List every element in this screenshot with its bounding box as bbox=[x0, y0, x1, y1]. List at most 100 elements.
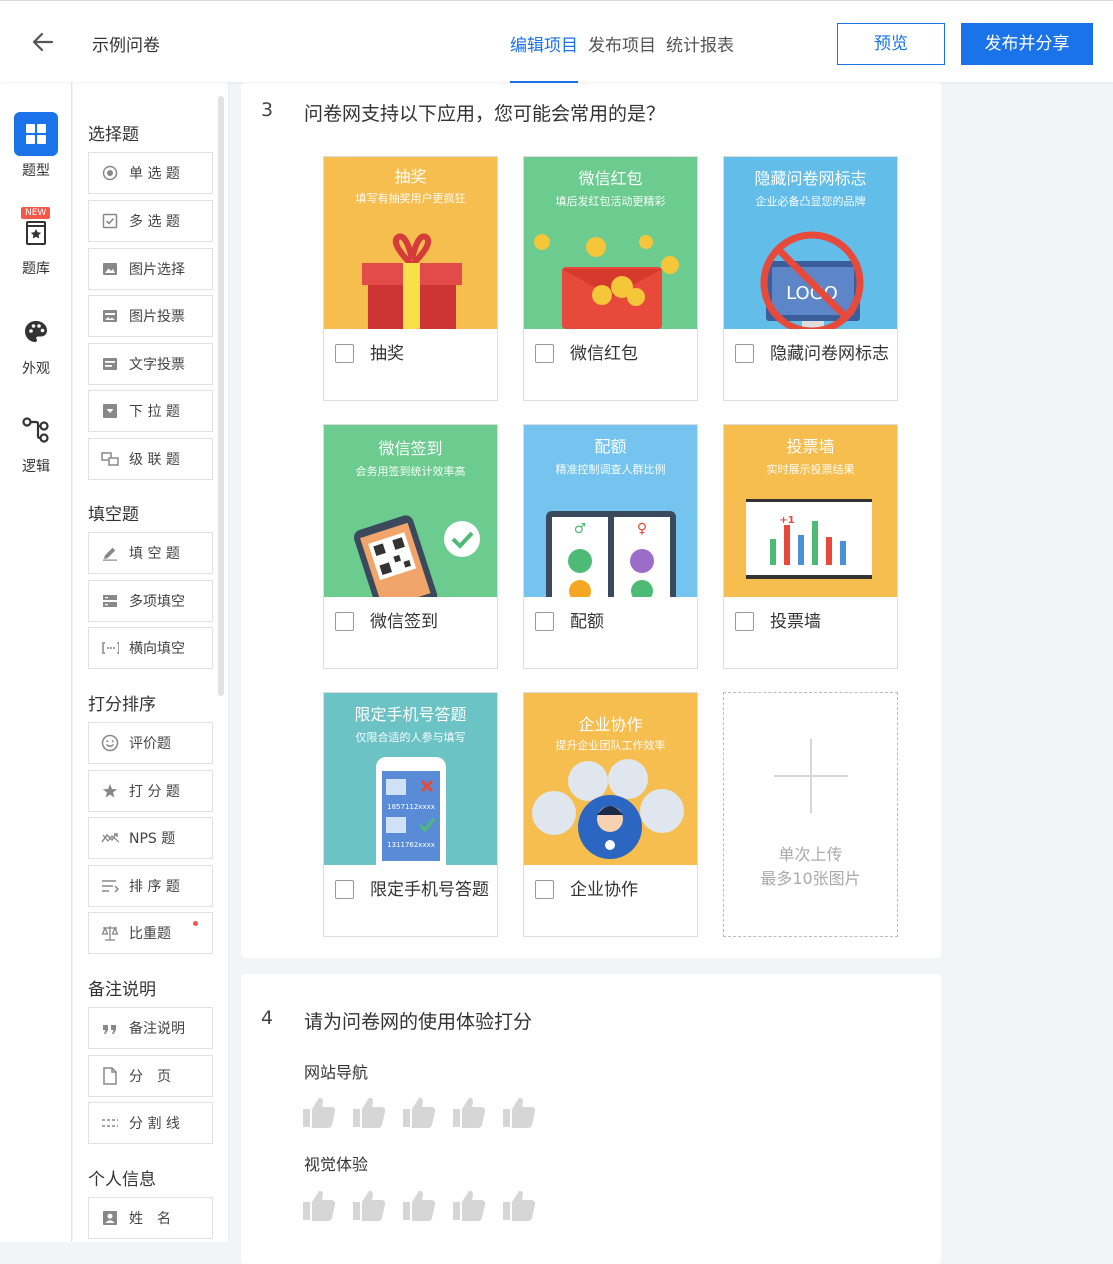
thumb-up-icon[interactable] bbox=[301, 1187, 337, 1223]
option-checkbox[interactable] bbox=[335, 880, 354, 899]
svg-text:1311762xxxx: 1311762xxxx bbox=[387, 841, 435, 849]
multi-fill-blank-button[interactable]: 多项填空 bbox=[88, 580, 213, 622]
thumb-up-icon[interactable] bbox=[451, 1187, 487, 1223]
weight-question-button[interactable]: 比重题 bbox=[88, 912, 213, 954]
back-arrow-icon[interactable] bbox=[30, 29, 56, 55]
group-title-notes: 备注说明 bbox=[88, 980, 156, 1000]
cascade-icon bbox=[101, 450, 119, 468]
question-text[interactable]: 问卷网支持以下应用，您可能会常用的是？ bbox=[304, 99, 665, 126]
rail-item-logic[interactable]: 逻辑 bbox=[0, 408, 72, 476]
option-lottery[interactable]: 抽奖 填写有抽奖用户更疯狂 抽奖 bbox=[323, 156, 498, 401]
gift-box-icon bbox=[362, 233, 462, 329]
option-checkbox[interactable] bbox=[335, 344, 354, 363]
option-checkbox[interactable] bbox=[535, 344, 554, 363]
multiple-choice-button[interactable]: 多 选 题 bbox=[88, 200, 213, 242]
red-packet-image: 微信红包 填后发红包活动更精彩 bbox=[524, 157, 697, 329]
option-label: 配额 bbox=[570, 612, 604, 632]
image-vote-icon bbox=[101, 307, 119, 325]
dropdown-icon bbox=[101, 402, 119, 420]
fill-blank-button[interactable]: 填 空 题 bbox=[88, 532, 213, 574]
question-type-panel: 选择题 单 选 题 多 选 题 图片选择 图片投票 文字投票 下 拉 题 级 联… bbox=[73, 82, 229, 1242]
option-checkbox[interactable] bbox=[735, 344, 754, 363]
rail-item-question-bank[interactable]: NEW 题库 bbox=[0, 207, 72, 278]
bracket-ellipsis-icon bbox=[101, 639, 119, 657]
thumb-up-icon[interactable] bbox=[501, 1094, 537, 1130]
star-icon bbox=[101, 782, 119, 800]
sort-question-button[interactable]: 排 序 题 bbox=[88, 865, 213, 907]
thumb-up-icon[interactable] bbox=[401, 1094, 437, 1130]
option-enterprise-collaboration[interactable]: 企业协作 提升企业团队工作效率 企业协作 bbox=[523, 692, 698, 937]
evaluation-button[interactable]: 评价题 bbox=[88, 722, 213, 764]
svg-text:1857112xxxx: 1857112xxxx bbox=[387, 803, 435, 811]
sort-icon bbox=[101, 877, 119, 895]
image-upload-area[interactable]: 单次上传 最多10张图片 bbox=[723, 692, 898, 937]
image-vote-button[interactable]: 图片投票 bbox=[88, 295, 213, 337]
option-checkbox[interactable] bbox=[335, 612, 354, 631]
nps-question-button[interactable]: NPS 题 bbox=[88, 817, 213, 859]
text-vote-icon bbox=[101, 355, 119, 373]
tab-edit-project[interactable]: 编辑项目 bbox=[510, 31, 578, 83]
cascade-question-button[interactable]: 级 联 题 bbox=[88, 438, 213, 480]
page-break-button[interactable]: 分 页 bbox=[88, 1055, 213, 1097]
svg-text:♂: ♂ bbox=[574, 521, 587, 537]
option-wechat-checkin[interactable]: 微信签到 会务用签到统计效率高 微信签到 bbox=[323, 424, 498, 669]
palette-icon bbox=[14, 310, 58, 354]
quote-icon bbox=[101, 1019, 119, 1037]
option-quota[interactable]: 配额 精准控制调查人群比例 ♂ ♀ 配额 bbox=[523, 424, 698, 669]
question-card-3[interactable]: 3 问卷网支持以下应用，您可能会常用的是？ 抽奖 填写有抽奖用户更疯狂 抽奖 微… bbox=[241, 82, 941, 958]
multi-field-icon bbox=[101, 592, 119, 610]
rail-item-question-types[interactable]: 题型 bbox=[0, 112, 72, 180]
question-card-4[interactable]: 4 请为问卷网的使用体验打分 网站导航 视觉体验 bbox=[241, 974, 941, 1264]
option-vote-wall[interactable]: 投票墙 实时展示投票结果 +1 投票墙 bbox=[723, 424, 898, 669]
option-label: 隐藏问卷网标志 bbox=[770, 344, 889, 364]
quota-image: 配额 精准控制调查人群比例 ♂ ♀ bbox=[524, 425, 697, 597]
preview-button[interactable]: 预览 bbox=[837, 23, 945, 65]
rating-item-title: 视觉体验 bbox=[304, 1155, 369, 1174]
option-checkbox[interactable] bbox=[535, 612, 554, 631]
horizontal-fill-blank-button[interactable]: 横向填空 bbox=[88, 627, 213, 669]
thumb-up-icon[interactable] bbox=[301, 1094, 337, 1130]
vote-bars-icon: +1 bbox=[746, 499, 872, 579]
thumb-rating-row bbox=[301, 1094, 537, 1130]
note-description-button[interactable]: 备注说明 bbox=[88, 1007, 213, 1049]
option-hide-logo[interactable]: 隐藏问卷网标志 企业必备凸显您的品牌 LOGO 隐藏问卷网标志 bbox=[723, 156, 898, 401]
text-vote-button[interactable]: 文字投票 bbox=[88, 343, 213, 385]
single-choice-button[interactable]: 单 选 题 bbox=[88, 152, 213, 194]
publish-share-button[interactable]: 发布并分享 bbox=[961, 23, 1093, 65]
red-envelope-icon bbox=[534, 234, 679, 329]
phone-restricted-image: 限定手机号答题 仅限合适的人参与填写 1857112xxxx 1311762xx… bbox=[324, 693, 497, 865]
thumb-up-icon[interactable] bbox=[401, 1187, 437, 1223]
new-badge: NEW bbox=[21, 207, 51, 219]
quota-board-icon: ♂ ♀ bbox=[546, 511, 676, 597]
radio-icon bbox=[101, 164, 119, 182]
rail-label: 外观 bbox=[22, 361, 50, 377]
name-field-button[interactable]: 姓 名 bbox=[88, 1197, 213, 1239]
rail-label: 逻辑 bbox=[22, 459, 50, 475]
question-text[interactable]: 请为问卷网的使用体验打分 bbox=[304, 1007, 532, 1034]
svg-text:♀: ♀ bbox=[637, 521, 647, 537]
image-choice-button[interactable]: 图片选择 bbox=[88, 248, 213, 290]
score-question-button[interactable]: 打 分 题 bbox=[88, 770, 213, 812]
panel-scrollbar[interactable] bbox=[218, 96, 224, 696]
rail-item-appearance[interactable]: 外观 bbox=[0, 310, 72, 378]
qr-phone-icon bbox=[353, 515, 480, 597]
plus-icon bbox=[774, 775, 848, 777]
thumb-up-icon[interactable] bbox=[451, 1094, 487, 1130]
thumb-up-icon[interactable] bbox=[351, 1094, 387, 1130]
image-icon bbox=[101, 260, 119, 278]
option-label: 企业协作 bbox=[570, 880, 638, 900]
option-phone-restricted[interactable]: 限定手机号答题 仅限合适的人参与填写 1857112xxxx 1311762xx… bbox=[323, 692, 498, 937]
survey-title[interactable]: 示例问卷 bbox=[92, 31, 160, 56]
option-checkbox[interactable] bbox=[735, 612, 754, 631]
new-dot-indicator bbox=[193, 921, 198, 926]
option-wechat-red-packet[interactable]: 微信红包 填后发红包活动更精彩 微信红包 bbox=[523, 156, 698, 401]
smiley-icon bbox=[101, 734, 119, 752]
question-number: 4 bbox=[261, 1007, 274, 1029]
thumb-up-icon[interactable] bbox=[351, 1187, 387, 1223]
option-checkbox[interactable] bbox=[535, 880, 554, 899]
tab-publish-project[interactable]: 发布项目 bbox=[588, 31, 656, 83]
thumb-up-icon[interactable] bbox=[501, 1187, 537, 1223]
tab-statistics-report[interactable]: 统计报表 bbox=[666, 31, 734, 83]
divider-line-button[interactable]: 分 割 线 bbox=[88, 1102, 213, 1144]
dropdown-question-button[interactable]: 下 拉 题 bbox=[88, 390, 213, 432]
